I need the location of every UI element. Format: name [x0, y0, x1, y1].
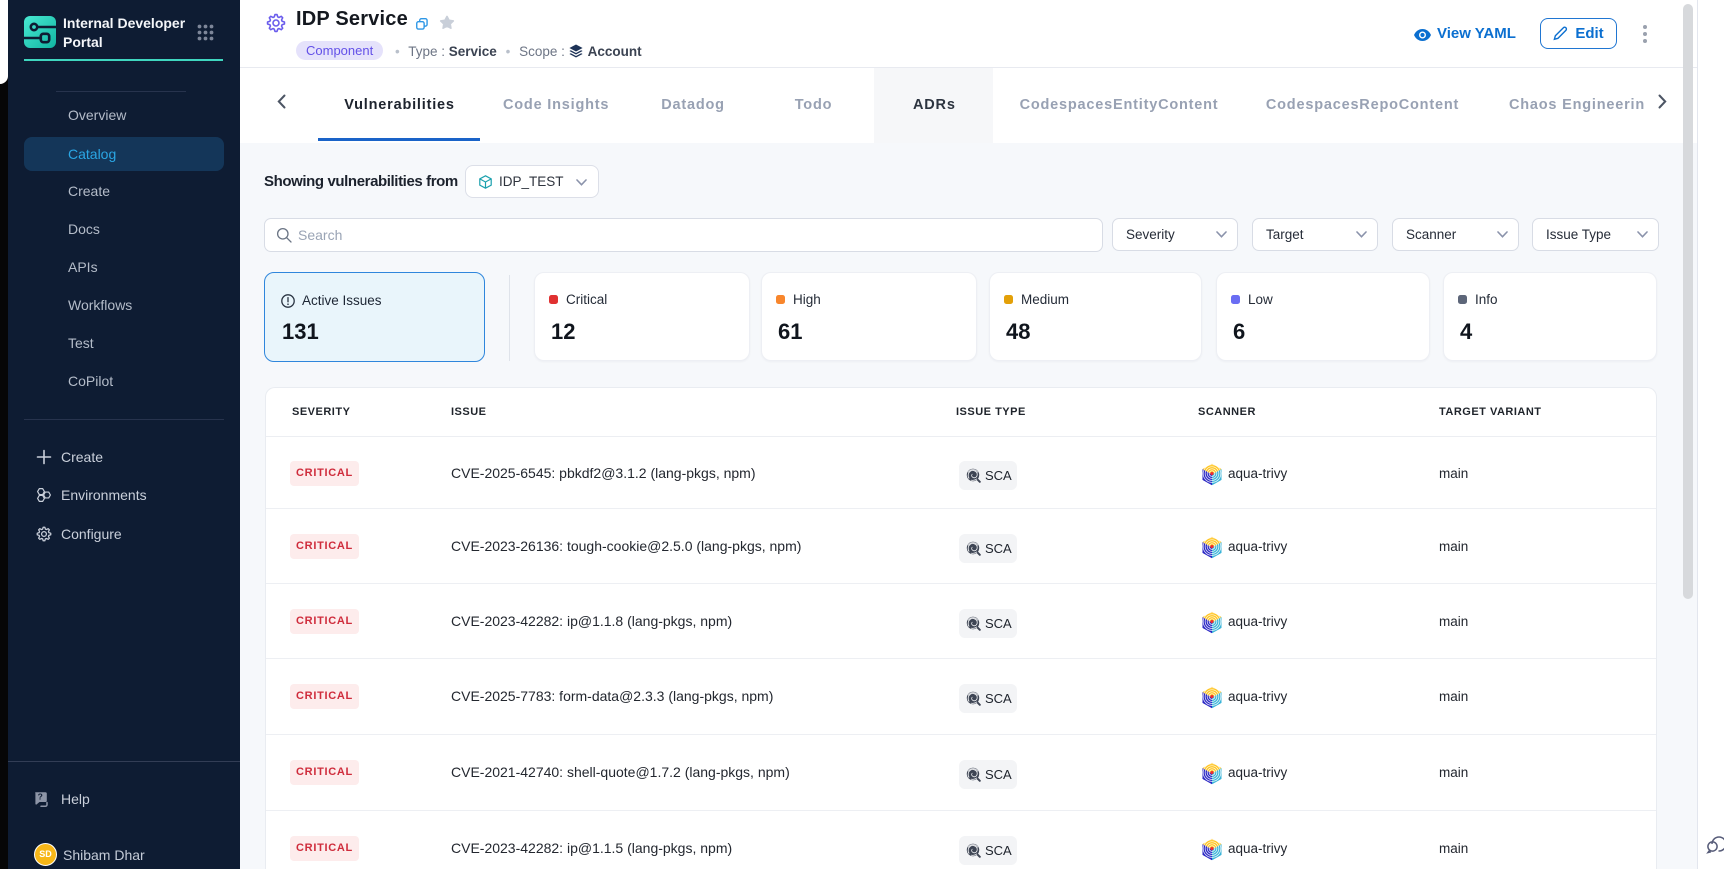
svg-text:?: ?: [38, 792, 43, 802]
